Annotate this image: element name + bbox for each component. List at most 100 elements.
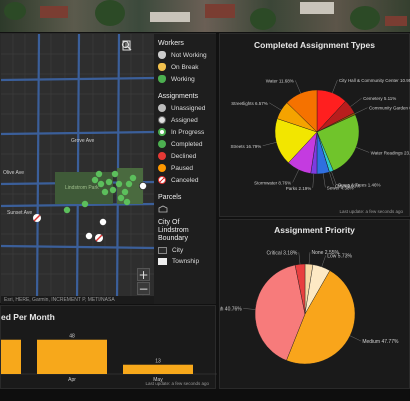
slice-label: Streetlights 6.57% (231, 101, 268, 106)
assigned-marker (85, 231, 94, 240)
slice-leader-line (298, 252, 301, 265)
legend-item: Unassigned (158, 104, 212, 112)
aerial-banner-image (0, 0, 410, 32)
canceled-marker (95, 234, 103, 242)
slice-label: Community Garden 0.73% (369, 106, 410, 111)
in-progress-marker (99, 217, 108, 226)
slice-leader-line (354, 107, 368, 114)
slice-label: Critical 3.18% (266, 250, 297, 256)
map-attribution: Esri, HERE, Garmin, INCREMENT P, METI/NA… (1, 296, 154, 304)
map-legend: Workers Not Working On Break Working Ass… (154, 34, 216, 304)
canceled-icon (158, 176, 166, 184)
slice-label: Cemetery 5.11% (363, 96, 396, 101)
legend-item: Completed (158, 140, 212, 148)
slice-leader-line (350, 98, 362, 107)
legend-parcels-title: Parcels (158, 194, 182, 201)
slice-label: Water Readings 23.36% (371, 150, 410, 155)
legend-label: Unassigned (171, 104, 206, 112)
in-progress-icon (158, 128, 166, 136)
legend-item: Working (158, 75, 212, 83)
legend-label: Assigned (171, 116, 198, 124)
slice-leader-line (323, 173, 326, 188)
slice-leader-line (243, 308, 256, 310)
legend-item: Paused (158, 164, 212, 172)
legend-label: Not Working (171, 51, 207, 59)
footer-strip (0, 389, 410, 401)
slice-leader-line (321, 255, 326, 267)
worker-not-working-icon (158, 51, 166, 59)
bar[interactable] (123, 364, 193, 374)
monthly-bar-chart[interactable]: 48Apr13May (1, 322, 217, 386)
legend-item: In Progress (158, 128, 212, 136)
worker-on-break-icon (158, 63, 166, 71)
bar[interactable] (37, 339, 107, 374)
legend-label: Completed (171, 140, 203, 148)
slice-leader-line (292, 169, 299, 183)
slice-leader-line (312, 173, 315, 188)
legend-label: City (172, 247, 184, 254)
slice-label: Parks 2.19% (286, 186, 312, 191)
completed-types-pie[interactable]: City Hall & Community Center 10.95% Cemet… (220, 48, 410, 218)
last-update-text: Last update: a few seconds ago (339, 209, 403, 214)
street-label: Olive Ave (3, 170, 25, 176)
slice-leader-line (349, 335, 361, 342)
slice-label: Medium 47.77% (362, 339, 399, 345)
last-update-text: Last update: a few seconds ago (145, 381, 209, 386)
completed-types-panel: Completed Assignment Types City Hall & C… (219, 33, 410, 217)
legend-label: On Break (171, 63, 199, 71)
paused-icon (158, 164, 166, 172)
street-label: Grove Ave (71, 138, 95, 144)
bar-category-label: Apr (68, 377, 76, 383)
completed-icon (158, 140, 166, 148)
legend-boundary-title: City Of Lindstrom Boundary (158, 219, 189, 242)
legend-item: City (158, 247, 212, 254)
bar-value-label: 48 (69, 334, 75, 340)
zoom-out-button[interactable]: − (137, 282, 150, 296)
in-progress-marker (138, 181, 147, 190)
slice-label: Streets 16.79% (230, 144, 261, 149)
legend-label: In Progress (171, 128, 205, 136)
street-label: Sunset Ave (7, 210, 33, 216)
legend-label: Paused (171, 164, 194, 172)
priority-pie[interactable]: None 2.55%Low 5.73%Medium 47.77%High 40.… (220, 236, 410, 386)
legend-label: Working (171, 75, 195, 83)
slice-label: Stormwater 8.76% (254, 180, 291, 185)
slice-leader-line (332, 79, 338, 93)
bar-value-label: 13 (155, 359, 161, 365)
slice-leader-line (329, 172, 334, 186)
bar[interactable] (1, 339, 21, 374)
slice-leader-line (262, 142, 277, 146)
legend-assignments-title: Assignments (158, 93, 199, 100)
township-boundary-icon (158, 258, 167, 265)
slice-label: High 40.76% (220, 306, 242, 312)
legend-item: Canceled (158, 176, 212, 184)
worker-working-icon (158, 75, 166, 83)
unassigned-icon (158, 104, 166, 112)
slice-label: City Hall & Community Center 10.95% (339, 78, 410, 83)
parcel-icon (158, 205, 168, 213)
slice-leader-line (308, 252, 311, 265)
legend-label: Declined (171, 152, 197, 160)
legend-label: Township (172, 258, 200, 265)
legend-label: Canceled (171, 176, 199, 184)
legend-item: Assigned (158, 116, 212, 124)
map-view[interactable]: Grove Ave Lindstrom Park Sunset Ave Oliv… (1, 34, 154, 304)
slice-leader-line (269, 102, 282, 111)
monthly-title: ed Per Month (1, 312, 55, 322)
map-toolbar (121, 40, 149, 51)
map-panel: Grove Ave Lindstrom Park Sunset Ave Oliv… (0, 33, 216, 304)
slice-label: Water 11.68% (266, 78, 294, 83)
slice-leader-line (356, 147, 370, 153)
slice-label: Sewer 4.38% (327, 185, 354, 190)
legend-item: On Break (158, 63, 212, 71)
layers-icon[interactable] (122, 40, 149, 51)
zoom-in-button[interactable]: + (137, 268, 150, 282)
park-label: Lindstrom Park (65, 185, 99, 191)
canceled-marker (33, 214, 41, 222)
monthly-panel: ed Per Month 48 Apr 13 May Last update: a f… (0, 305, 217, 389)
legend-item: Declined (158, 152, 212, 160)
priority-title: Assignment Priority (274, 225, 355, 235)
slice-label: Low 5.73% (327, 254, 352, 260)
map-canvas[interactable] (1, 34, 154, 304)
priority-panel: Assignment Priority None 2.55% Low 5.73% M… (219, 219, 410, 389)
